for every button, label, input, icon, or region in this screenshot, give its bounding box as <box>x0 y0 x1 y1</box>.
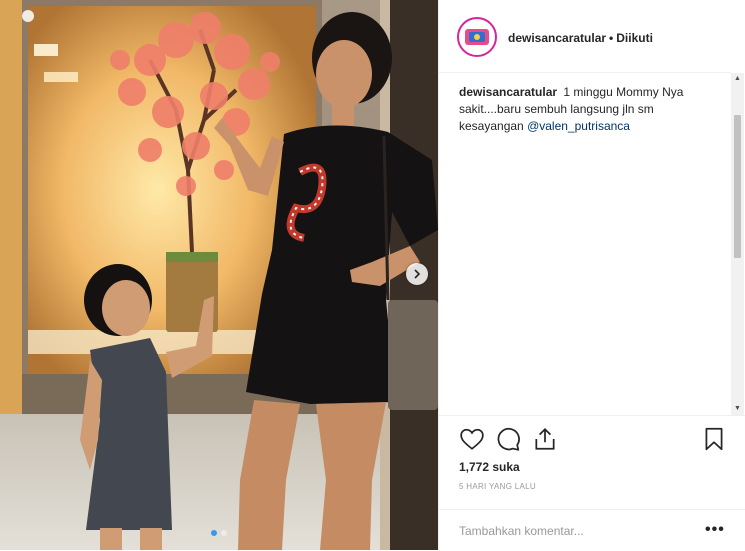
username-link[interactable]: dewisancaratular <box>508 31 606 45</box>
follow-status[interactable]: Diikuti <box>616 31 653 45</box>
heart-icon <box>460 428 484 450</box>
save-button[interactable] <box>701 426 727 452</box>
instagram-post: dewisancaratular • Diikuti dewisancaratula… <box>0 0 745 550</box>
carousel-next-button[interactable] <box>406 263 428 285</box>
comment-button[interactable] <box>495 426 521 452</box>
caption-username[interactable]: dewisancaratular <box>459 85 557 99</box>
post-side-panel: dewisancaratular • Diikuti dewisancaratula… <box>438 0 745 550</box>
comment-input[interactable] <box>459 524 669 538</box>
comment-icon <box>497 427 520 451</box>
comments-scrollbar[interactable]: ▲ ▼ <box>731 73 744 415</box>
photo-corner-marker <box>22 10 34 22</box>
caption-mention-link[interactable]: @valen_putrisanca <box>527 119 630 133</box>
more-options-button[interactable]: ••• <box>705 521 725 539</box>
post-caption: dewisancaratular 1 minggu Mommy Nya saki… <box>459 84 715 135</box>
scroll-down-arrow-icon[interactable]: ▼ <box>731 403 744 415</box>
header-text: dewisancaratular • Diikuti <box>508 31 653 45</box>
carousel-indicator <box>0 530 438 536</box>
like-button[interactable] <box>459 426 485 452</box>
scroll-up-arrow-icon[interactable]: ▲ <box>731 73 744 85</box>
like-count[interactable]: 1,772 suka <box>459 460 520 474</box>
carousel-dot-active <box>211 530 217 536</box>
avatar-image <box>461 21 493 53</box>
carousel-dot <box>221 530 227 536</box>
post-header: dewisancaratular • Diikuti <box>439 0 731 73</box>
share-button[interactable] <box>532 426 558 452</box>
post-photo[interactable] <box>0 0 438 550</box>
header-separator: • <box>609 31 614 45</box>
avatar[interactable] <box>457 17 497 57</box>
post-actions-section: 1,772 suka 5 HARI YANG LALU ••• <box>439 415 745 550</box>
photo-illustration <box>0 0 438 550</box>
scrollbar-thumb[interactable] <box>734 115 741 258</box>
add-comment-row: ••• <box>439 509 745 551</box>
bookmark-icon <box>705 427 723 451</box>
post-timestamp[interactable]: 5 HARI YANG LALU <box>459 482 536 491</box>
share-icon <box>535 428 555 450</box>
chevron-right-icon <box>414 269 421 279</box>
